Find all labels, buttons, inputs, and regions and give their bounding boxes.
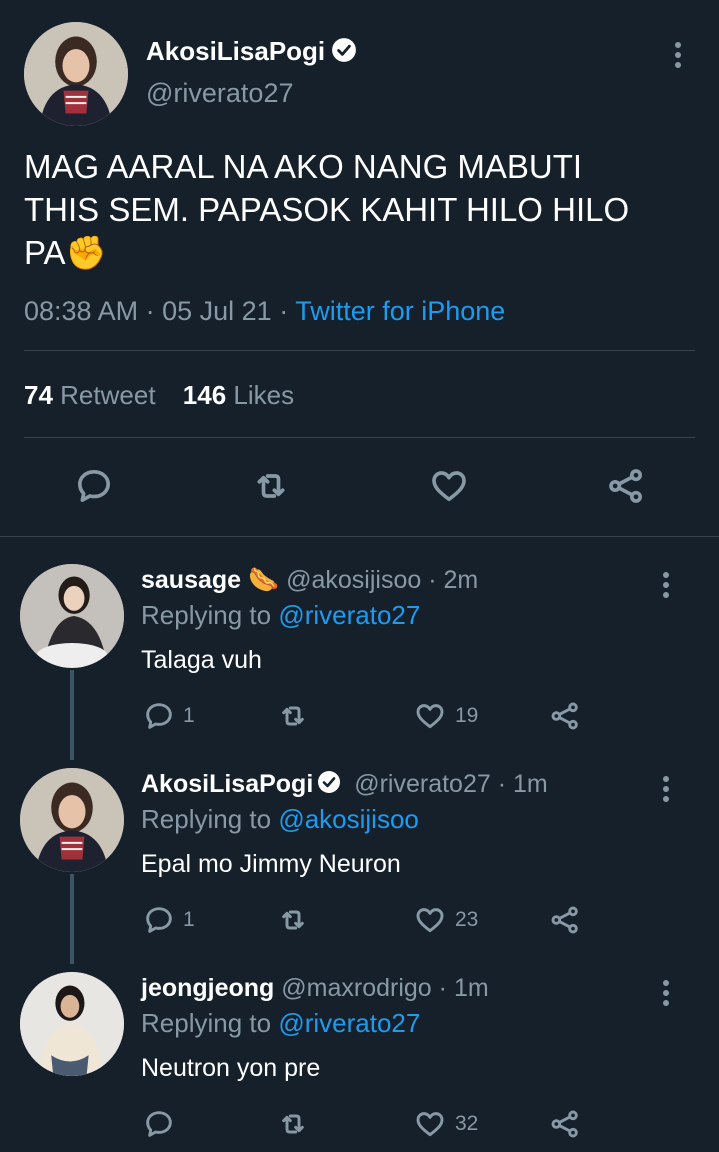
reply-author-handle[interactable]: @akosijisoo — [286, 566, 421, 594]
like-icon — [416, 1112, 444, 1137]
reply-avatar[interactable] — [20, 564, 124, 668]
reply-text: Talaga vuh — [141, 646, 262, 674]
like-icon[interactable] — [428, 466, 470, 506]
reply-icon[interactable] — [74, 466, 114, 506]
retweet-action[interactable] — [276, 904, 310, 936]
replying-to-label: Replying to — [141, 600, 272, 630]
like-action[interactable]: 32 — [413, 1108, 478, 1140]
retweet-icon — [282, 910, 304, 930]
divider — [24, 437, 695, 438]
main-tweet-meta: 08:38 AM · 05 Jul 21 · Twitter for iPhon… — [24, 296, 505, 327]
share-icon — [551, 1110, 578, 1138]
replying-to-handle[interactable]: @riverato27 — [278, 600, 420, 630]
reply-time: · 1m — [438, 974, 489, 1002]
reply-time: · 1m — [497, 770, 548, 799]
reply-avatar[interactable] — [20, 972, 124, 1076]
retweet-label: Retweet — [60, 380, 156, 410]
retweet-action[interactable] — [276, 700, 310, 732]
reply-text: Epal mo Jimmy Neuron — [141, 850, 401, 878]
replying-to-line: Replying to @riverato27 — [141, 1008, 420, 1039]
reply-icon — [146, 907, 172, 933]
like-action[interactable]: 19 — [413, 700, 478, 732]
meta-separator: · — [145, 296, 155, 326]
likes-count: 146 — [182, 380, 227, 410]
avatar-photo — [20, 972, 124, 1076]
tweet-text-line: PA✊ — [24, 234, 107, 271]
reply-header: sausage 🌭 @akosijisoo · 2m — [141, 566, 478, 595]
tweet-time: 08:38 AM — [24, 296, 139, 326]
reply-icon — [146, 703, 172, 729]
reply-more-icon[interactable] — [662, 776, 670, 802]
replying-to-label: Replying to — [141, 1008, 272, 1038]
share-icon — [551, 906, 578, 934]
replying-to-line: Replying to @riverato27 — [141, 600, 420, 631]
reply-more-icon[interactable] — [662, 980, 670, 1006]
reply-count: 1 — [183, 908, 195, 931]
likes-stat[interactable]: 146 Likes — [183, 380, 294, 410]
reply-time: · 2m — [428, 566, 479, 594]
replying-to-line: Replying to @akosijisoo — [141, 804, 419, 835]
section-divider — [0, 536, 719, 537]
tweet-text-line: THIS SEM. PAPASOK KAHIT HILO HILO — [24, 191, 630, 228]
share-action[interactable] — [548, 700, 582, 732]
reply-author-handle[interactable]: @riverato27 — [354, 770, 491, 798]
share-icon[interactable] — [606, 466, 646, 506]
like-count: 23 — [455, 908, 479, 931]
reply-author-name[interactable]: AkosiLisaPogi — [141, 770, 313, 798]
main-tweet-text: MAG AARAL NA AKO NANG MABUTI THIS SEM. P… — [24, 145, 704, 274]
verified-badge-icon — [317, 770, 341, 801]
divider — [24, 350, 695, 351]
main-author-avatar[interactable] — [24, 22, 128, 126]
verified-badge-icon — [331, 37, 357, 70]
reply-text: Neutron yon pre — [141, 1054, 321, 1082]
reply-icon — [146, 1111, 172, 1137]
retweet-count: 74 — [24, 380, 53, 410]
tweet-text-line: MAG AARAL NA AKO NANG MABUTI — [24, 148, 583, 185]
meta-separator: · — [279, 296, 289, 326]
reply-item[interactable]: jeongjeong @maxrodrigo · 1m Replying to … — [0, 968, 719, 1152]
likes-label: Likes — [233, 380, 295, 410]
reply-author-handle[interactable]: @maxrodrigo — [281, 974, 431, 1002]
like-count: 19 — [455, 704, 479, 727]
hotdog-emoji: 🌭 — [248, 566, 280, 594]
replying-to-handle[interactable]: @akosijisoo — [278, 804, 419, 834]
main-author-name[interactable]: AkosiLisaPogi — [146, 36, 325, 66]
avatar-photo — [24, 22, 128, 126]
tweet-date: 05 Jul 21 — [162, 296, 272, 326]
reply-action[interactable]: 1 — [143, 700, 195, 732]
like-count: 32 — [455, 1112, 479, 1135]
main-tweet-more-icon[interactable] — [674, 42, 682, 68]
avatar-photo — [20, 564, 124, 668]
reply-action[interactable]: 1 — [143, 904, 195, 936]
share-action[interactable] — [548, 1108, 582, 1140]
like-action[interactable]: 23 — [413, 904, 478, 936]
replying-to-handle[interactable]: @riverato27 — [278, 1008, 420, 1038]
reply-item[interactable]: AkosiLisaPogi @riverato27 · 1m Replying … — [0, 764, 719, 954]
engagement-stats: 74 Retweet 146 Likes — [24, 380, 294, 411]
retweet-icon — [282, 1114, 304, 1134]
main-author-name-row: AkosiLisaPogi — [146, 36, 357, 70]
reply-header: AkosiLisaPogi @riverato27 · 1m — [141, 770, 548, 801]
retweet-stat[interactable]: 74 Retweet — [24, 380, 163, 410]
avatar-photo — [20, 768, 124, 872]
reply-item[interactable]: sausage 🌭 @akosijisoo · 2m Replying to @… — [0, 560, 719, 750]
retweet-action[interactable] — [276, 1108, 310, 1140]
reply-avatar[interactable] — [20, 768, 124, 872]
reply-author-name[interactable]: sausage — [141, 566, 241, 594]
reply-header: jeongjeong @maxrodrigo · 1m — [141, 974, 489, 1003]
share-action[interactable] — [548, 904, 582, 936]
reply-count: 1 — [183, 704, 195, 727]
like-icon — [416, 704, 444, 729]
like-icon — [416, 908, 444, 933]
reply-author-name[interactable]: jeongjeong — [141, 974, 274, 1002]
reply-more-icon[interactable] — [662, 572, 670, 598]
main-author-handle[interactable]: @riverato27 — [146, 78, 293, 109]
tweet-source-link[interactable]: Twitter for iPhone — [295, 296, 505, 326]
replying-to-label: Replying to — [141, 804, 272, 834]
share-icon — [551, 702, 578, 730]
reply-action[interactable] — [143, 1108, 183, 1140]
retweet-icon — [282, 706, 304, 726]
retweet-icon[interactable] — [250, 466, 292, 506]
